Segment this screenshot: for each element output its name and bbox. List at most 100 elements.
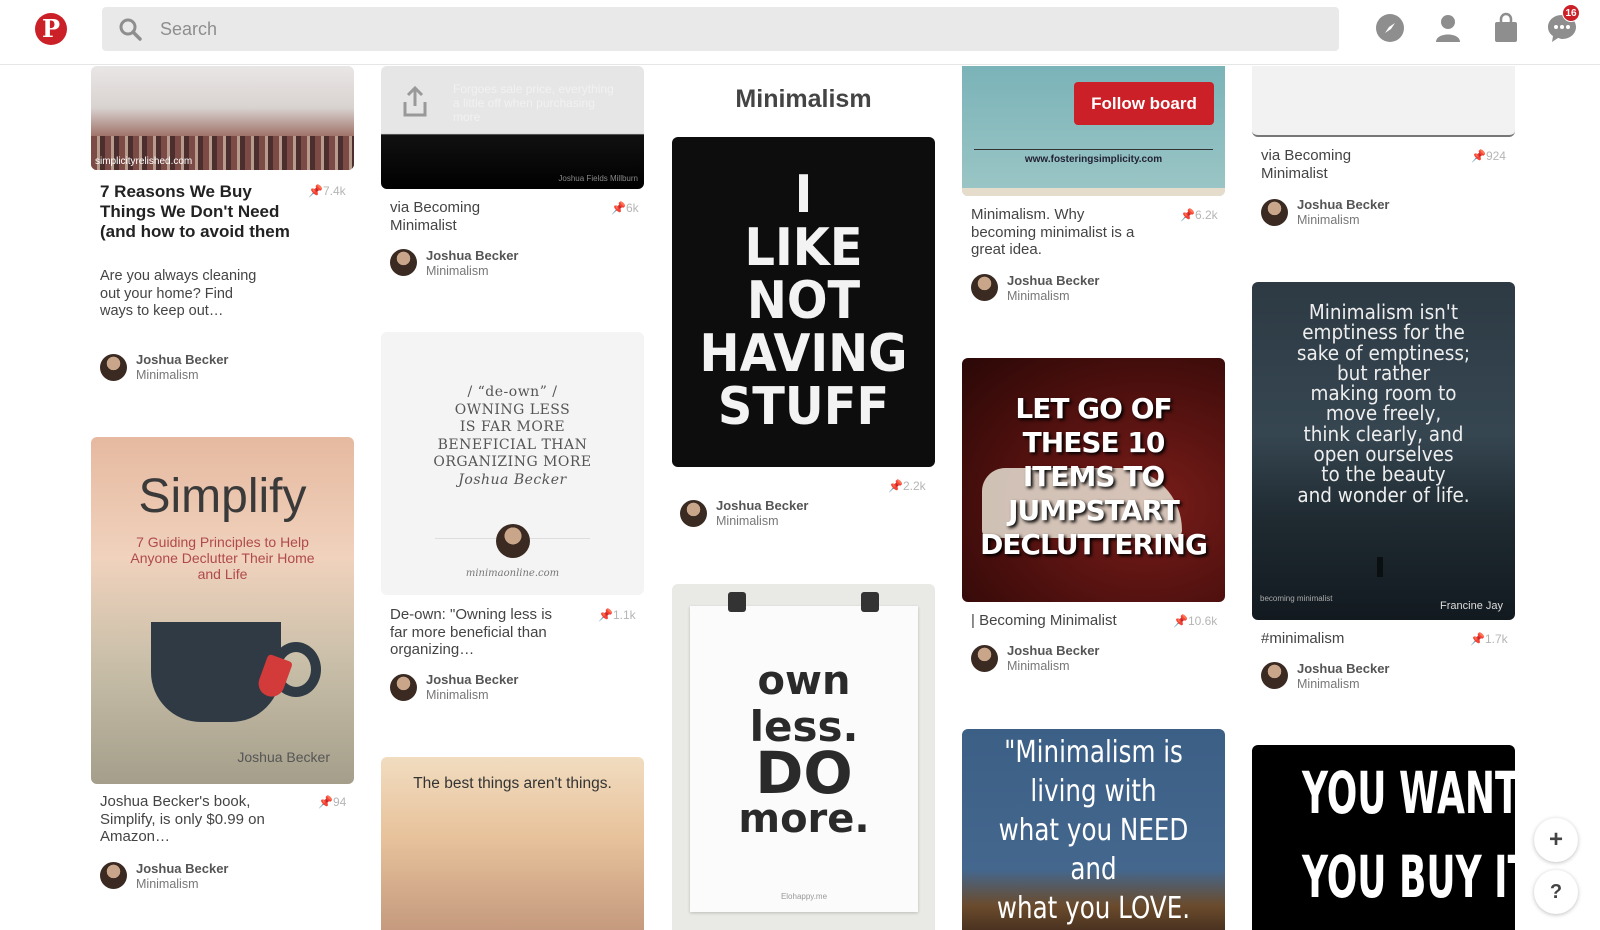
pinterest-logo-icon[interactable]: P xyxy=(35,13,67,45)
pinner-name[interactable]: Joshua Becker xyxy=(1297,661,1390,676)
quote-text: Minimalism isn't emptiness for the sake of… xyxy=(1263,302,1505,505)
shopping-bag-icon[interactable] xyxy=(1490,12,1522,44)
pinner-name[interactable]: Joshua Becker xyxy=(1297,197,1390,212)
pin-image-becoming-minimalist[interactable] xyxy=(1252,66,1515,137)
pin-image-let-go[interactable]: LET GO OF THESE 10 ITEMS TO JUMPSTART DECLUT… xyxy=(962,358,1225,602)
pinner-name[interactable]: Joshua Becker xyxy=(716,498,809,513)
pinner-name[interactable]: Joshua Becker xyxy=(1007,273,1100,288)
search-bar[interactable] xyxy=(102,7,1339,51)
pin-description[interactable]: De-own: "Owning less is far more benefic… xyxy=(390,606,560,659)
avatar[interactable] xyxy=(971,274,998,301)
quote-line: to the beauty xyxy=(1321,462,1446,487)
board-name[interactable]: Minimalism xyxy=(1007,289,1070,303)
binder-clip-icon xyxy=(861,592,879,612)
pin-description[interactable]: #minimalism xyxy=(1261,630,1451,648)
image-caption: minimaonline.com xyxy=(465,568,560,579)
pinner-name[interactable]: Joshua Becker xyxy=(136,861,229,876)
pin-image-city[interactable]: simplicityrelished.com xyxy=(91,66,354,170)
quote-line: what you LOVE. xyxy=(996,891,1191,926)
avatar[interactable] xyxy=(1261,662,1288,689)
avatar[interactable] xyxy=(100,862,127,889)
pin-title[interactable]: 7 Reasons We Buy Things We Don't Need (a… xyxy=(100,182,290,242)
quote-text: own less. DO more. xyxy=(690,658,918,842)
quote-line: BENEFICIAL THAN xyxy=(437,436,588,453)
pinner-name[interactable]: Joshua Becker xyxy=(426,248,519,263)
avatar[interactable] xyxy=(100,354,127,381)
quote-line: IS FAR MORE xyxy=(459,419,566,435)
pinner-name[interactable]: Joshua Becker xyxy=(136,352,229,367)
image-caption: Joshua Fields Millburn xyxy=(558,174,638,183)
board-name[interactable]: Minimalism xyxy=(1297,213,1360,227)
quote-line: DO xyxy=(755,739,853,807)
board-name[interactable]: Minimalism xyxy=(716,514,779,528)
avatar[interactable] xyxy=(390,674,417,701)
pin-image-minimalism-isnt-emptiness[interactable]: Minimalism isn't emptiness for the sake of… xyxy=(1252,282,1515,620)
follow-board-button[interactable]: Follow board xyxy=(1074,82,1214,125)
quote-line: making room to xyxy=(1310,381,1457,406)
avatar[interactable] xyxy=(1261,199,1288,226)
repin-count: 📌10.6k xyxy=(1173,614,1218,628)
pin-image-minimalism-living[interactable]: "Minimalism is living with what you NEED an… xyxy=(962,729,1225,930)
pinner-name[interactable]: Joshua Becker xyxy=(426,672,519,687)
pinner-name[interactable]: Joshua Becker xyxy=(1007,643,1100,658)
board-name[interactable]: Minimalism xyxy=(426,688,489,702)
pin-image-simplify-book[interactable]: Simplify 7 Guiding Principles to Help An… xyxy=(91,437,354,784)
quote-line: move freely, xyxy=(1325,401,1442,426)
quote-line: DECLUTTERING xyxy=(980,528,1208,561)
repin-count: 📌6k xyxy=(611,201,639,215)
share-icon[interactable] xyxy=(401,86,429,118)
quote-line: JUMPSTART xyxy=(1008,494,1180,527)
quote-author: Francine Jay xyxy=(1440,600,1503,612)
avatar[interactable] xyxy=(971,645,998,672)
quote-line: and wonder of life. xyxy=(1297,482,1470,507)
pin-description[interactable]: Joshua Becker's book, Simplify, is only … xyxy=(100,793,285,846)
quote-line: STUFF xyxy=(717,377,890,437)
pin-description[interactable]: Minimalism. Why becoming minimalist is a… xyxy=(971,206,1141,259)
board-name[interactable]: Minimalism xyxy=(1007,659,1070,673)
quote-text: I LIKE NOT HAVING STUFF xyxy=(683,169,925,434)
pin-image-you-want-it[interactable]: YOU WANT IT YOU BUY IT xyxy=(1252,745,1515,930)
quote-line: what you NEED xyxy=(998,813,1189,848)
quote-line: HAVING xyxy=(699,324,908,384)
help-button[interactable]: ? xyxy=(1534,870,1578,914)
pin-description[interactable]: via Becoming Minimalist xyxy=(1261,147,1381,182)
board-name[interactable]: Minimalism xyxy=(136,368,199,382)
quote-line: more. xyxy=(738,796,870,842)
quote-line: YOU BUY IT xyxy=(1301,843,1515,911)
repin-count: 📌94 xyxy=(318,795,347,809)
quote-line: / “de-own” / xyxy=(467,384,558,400)
avatar[interactable] xyxy=(390,249,417,276)
binder-clip-icon xyxy=(728,592,746,612)
pin-description[interactable]: via Becoming Minimalist xyxy=(390,199,510,234)
pin-image-dark[interactable]: Forgoes sale price, everything a little … xyxy=(381,66,644,189)
pin-image-own-less-do-more[interactable]: own less. DO more. Elohappy.me xyxy=(672,584,935,930)
search-input[interactable] xyxy=(160,7,1320,51)
quote-line: OWNING LESS xyxy=(454,401,571,418)
image-quote-text: The best things aren't things. xyxy=(413,775,612,792)
add-pin-button[interactable]: + xyxy=(1534,818,1578,862)
pin-image-i-like-not-having-stuff[interactable]: I LIKE NOT HAVING STUFF xyxy=(672,137,935,467)
pin-image-de-own[interactable]: / “de-own” / OWNING LESS IS FAR MORE BENEFI… xyxy=(381,332,644,595)
compass-icon[interactable] xyxy=(1374,12,1406,44)
repin-count: 📌1.7k xyxy=(1470,632,1508,646)
pin-image-sunset[interactable]: The best things aren't things. xyxy=(381,757,644,930)
board-name[interactable]: Minimalism xyxy=(426,264,489,278)
profile-icon[interactable] xyxy=(1432,12,1464,44)
board-name[interactable]: Minimalism xyxy=(136,877,199,891)
quote-line: NOT xyxy=(746,271,861,331)
pin-description[interactable]: | Becoming Minimalist xyxy=(971,612,1161,630)
becoming-minimalist-logo: becoming minimalist xyxy=(1260,594,1333,603)
quote-line: Minimalism isn't xyxy=(1308,300,1459,324)
repin-count: 📌1.1k xyxy=(598,608,636,622)
search-icon xyxy=(119,18,142,41)
image-caption: Elohappy.me xyxy=(780,892,828,901)
quote-text: / “de-own” / OWNING LESS IS FAR MORE BENEFI… xyxy=(381,384,644,489)
avatar[interactable] xyxy=(680,500,707,527)
quote-line: think clearly, and xyxy=(1303,421,1464,446)
quote-line: emptiness for the xyxy=(1302,320,1465,345)
board-name[interactable]: Minimalism xyxy=(1297,677,1360,691)
quote-line: ORGANIZING MORE xyxy=(433,454,592,470)
quote-line: I xyxy=(794,165,813,225)
quote-text: LET GO OF THESE 10 ITEMS TO JUMPSTART DECLUT… xyxy=(962,392,1225,562)
quote-line: but rather xyxy=(1336,360,1431,385)
